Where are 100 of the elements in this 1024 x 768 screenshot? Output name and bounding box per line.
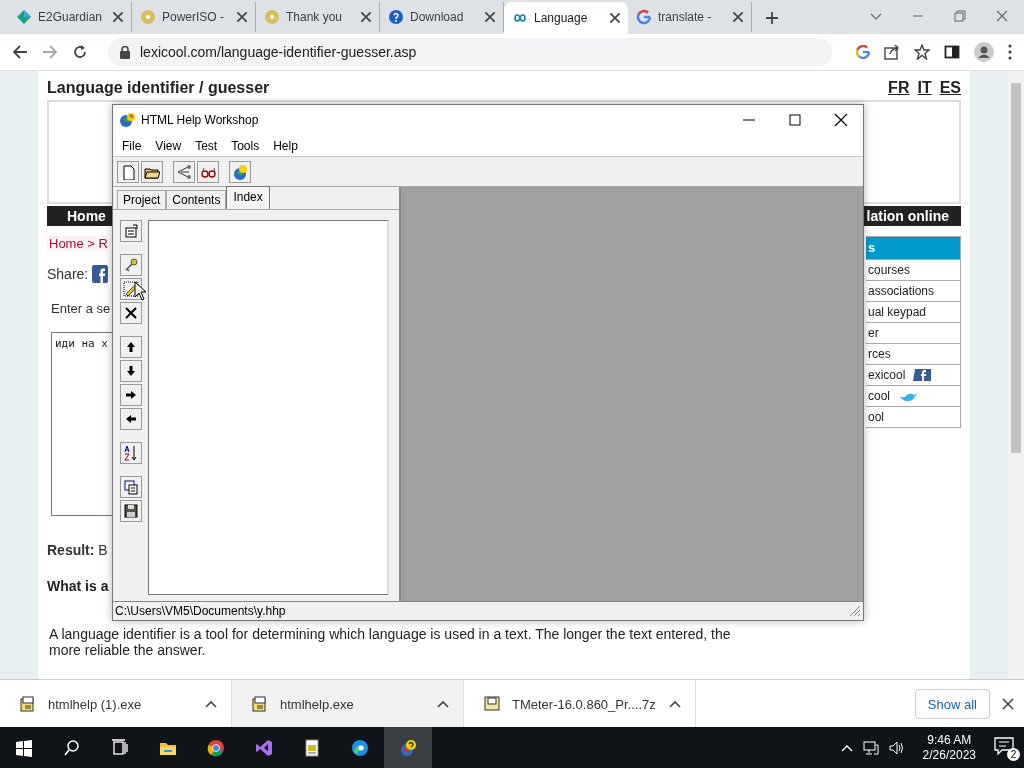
google-icon <box>636 9 652 25</box>
window-title: HTML Help Workshop <box>141 113 259 127</box>
show-all-button[interactable]: Show all <box>914 689 990 719</box>
close-icon[interactable] <box>235 10 249 24</box>
caret-up-icon[interactable] <box>669 700 681 708</box>
sidebar-link[interactable]: courses <box>866 259 960 280</box>
arrow-down-button[interactable] <box>120 360 142 382</box>
help-workshop-icon[interactable] <box>399 738 417 757</box>
arrow-right-button[interactable] <box>120 384 142 406</box>
menu-item[interactable]: Tools <box>224 138 267 153</box>
clock-time[interactable]: 9:46 AM <box>927 732 972 748</box>
reload-icon[interactable] <box>72 44 88 60</box>
close-icon[interactable] <box>359 10 373 24</box>
panel-tab[interactable]: Project <box>117 190 167 209</box>
profile-icon[interactable] <box>974 42 994 62</box>
search-icon[interactable] <box>63 738 81 757</box>
url-text: lexicool.com/language-identifier-guesser.asp <box>140 44 417 60</box>
browser-tab[interactable]: translate - <box>628 2 752 32</box>
properties-button[interactable] <box>120 220 142 242</box>
download-item[interactable]: htmlhelp.exe <box>232 680 464 728</box>
disc-icon <box>140 9 156 25</box>
sort-button[interactable] <box>120 442 142 464</box>
breadcrumb[interactable]: Home > R <box>47 236 108 251</box>
page-title: Language identifier / guesser <box>47 79 270 97</box>
caret-up-icon[interactable] <box>205 700 217 708</box>
side-panel-icon[interactable] <box>944 44 960 60</box>
restore-icon[interactable] <box>954 10 966 22</box>
delete-button[interactable] <box>120 302 142 324</box>
open-folder-button[interactable] <box>141 160 163 183</box>
browser-tab[interactable]: Thank you <box>256 2 380 32</box>
disc-icon <box>264 9 280 25</box>
notification-badge: 2 <box>1007 747 1020 761</box>
browser-tab[interactable]: PowerISO - <box>132 2 256 32</box>
sidebar-link[interactable]: ual keypad <box>866 301 960 322</box>
close-icon[interactable] <box>1002 698 1014 710</box>
facebook-icon[interactable] <box>913 369 932 381</box>
resize-grip-icon[interactable] <box>849 605 861 617</box>
save-button[interactable] <box>120 500 142 522</box>
document-app-icon[interactable] <box>303 738 321 757</box>
back-arrow-icon[interactable] <box>12 44 28 60</box>
arrow-up-button[interactable] <box>120 336 142 358</box>
file-name: htmlhelp.exe <box>280 696 355 712</box>
edge-icon[interactable] <box>351 738 369 757</box>
window-list-button[interactable] <box>120 476 142 498</box>
maximize-icon[interactable] <box>787 112 803 128</box>
tab-title: Download <box>410 10 464 24</box>
caret-up-icon[interactable] <box>437 700 449 708</box>
volume-icon[interactable] <box>888 740 905 755</box>
language-link[interactable]: IT <box>917 79 932 97</box>
file-name: TMeter-16.0.860_Pr....7z <box>512 696 657 712</box>
panel-tab[interactable]: Contents <box>166 190 227 209</box>
arrow-left-button[interactable] <box>120 408 142 430</box>
key-icon <box>123 257 139 273</box>
sidebar-link[interactable]: rces <box>866 343 960 364</box>
facebook-icon[interactable] <box>92 265 109 283</box>
close-icon[interactable] <box>731 10 745 24</box>
sidebar-link[interactable]: ool <box>866 406 960 427</box>
sidebar-link[interactable]: associations <box>866 280 960 301</box>
menu-item[interactable]: View <box>148 138 189 153</box>
star-icon[interactable] <box>914 44 930 60</box>
tab-title: Language <box>534 11 588 25</box>
windows-logo-icon[interactable] <box>15 738 33 757</box>
share-icon[interactable] <box>884 44 900 60</box>
close-icon[interactable] <box>483 10 497 24</box>
help-icon <box>388 9 404 25</box>
key-button[interactable] <box>120 254 142 276</box>
glasses-button[interactable] <box>197 160 219 183</box>
scrollbar[interactable] <box>1008 71 1024 680</box>
sidebar-link[interactable]: cool <box>866 385 960 406</box>
sidebar-link[interactable]: er <box>866 322 960 343</box>
help-globe-icon <box>232 163 248 180</box>
network-icon[interactable] <box>862 740 879 755</box>
sidebar-link[interactable]: exicool <box>866 364 960 385</box>
address-bar[interactable]: lexicool.com/language-identifier-guesser.asp <box>108 38 832 66</box>
chevron-up-icon[interactable] <box>840 743 853 752</box>
menu-item[interactable]: File <box>115 138 149 153</box>
menu-icon[interactable] <box>1008 44 1012 60</box>
task-view-icon[interactable] <box>111 738 129 757</box>
menu-item[interactable]: Help <box>266 138 305 153</box>
nav-link[interactable]: Home <box>67 208 106 224</box>
close-icon[interactable] <box>608 11 622 25</box>
nav-link[interactable]: lation online <box>866 208 949 224</box>
browser-tab[interactable]: Language <box>504 2 628 34</box>
menu-item[interactable]: Test <box>188 138 225 153</box>
chrome-icon[interactable] <box>207 738 225 757</box>
visual-studio-icon[interactable] <box>255 738 273 757</box>
clock-date[interactable]: 2/26/2023 <box>922 747 976 763</box>
plus-icon[interactable] <box>764 10 780 26</box>
language-link[interactable]: FR <box>888 79 910 97</box>
compile-button[interactable] <box>173 160 195 183</box>
close-icon[interactable] <box>111 10 125 24</box>
help-globe-button[interactable] <box>229 160 251 183</box>
google-icon[interactable] <box>856 45 870 59</box>
close-icon[interactable] <box>833 112 849 128</box>
new-file-button[interactable] <box>117 160 139 183</box>
panel-tab[interactable]: Index <box>226 186 270 209</box>
language-link[interactable]: ES <box>939 79 961 97</box>
mouse-pointer-icon <box>134 281 148 301</box>
browser-tab[interactable]: Download <box>380 2 504 32</box>
browser-tab[interactable]: E2Guardian <box>8 2 132 32</box>
